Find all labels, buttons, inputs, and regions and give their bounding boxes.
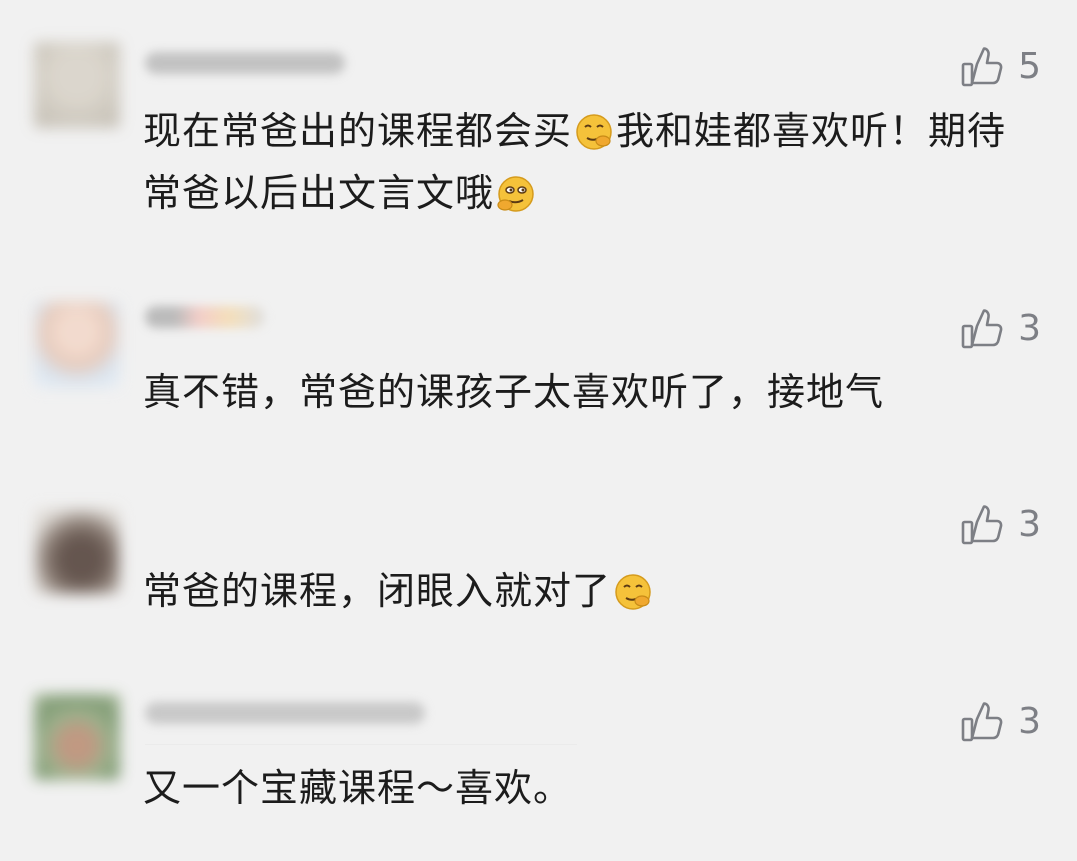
smirk-emoji-icon <box>573 110 615 152</box>
nickname-blurred[interactable] <box>145 702 425 724</box>
comment-text: 现在常爸出的课程都会买 我和娃都喜欢听！期待常爸以后出文言文哦 <box>143 100 1017 224</box>
like-count: 3 <box>1018 701 1041 742</box>
avatar[interactable] <box>34 694 120 780</box>
comment-item: 5 现在常爸出的课程都会买 我和娃都喜欢听！期待常爸以后出文言文哦 <box>0 0 1077 260</box>
avatar[interactable] <box>34 508 120 594</box>
comment-text: 真不错，常爸的课孩子太喜欢听了，接地气 <box>143 370 885 414</box>
smirk-emoji-icon <box>612 570 654 612</box>
comment-text-part: 常爸的课程，闭眼入就对了 <box>143 569 612 613</box>
thumbs-up-icon <box>960 307 1004 351</box>
comment-text-part: 现在常爸出的课程都会买 <box>143 109 573 153</box>
comment-text: 常爸的课程，闭眼入就对了 <box>143 560 1017 622</box>
comment-item: 3 常爸的课程，闭眼入就对了 <box>0 460 1077 670</box>
comment-item: 3 又一个宝藏课程～喜欢。 <box>0 670 1077 861</box>
avatar[interactable] <box>34 302 120 388</box>
avatar[interactable] <box>34 42 120 128</box>
comment-text: 又一个宝藏课程～喜欢。 <box>143 766 573 810</box>
like-count: 3 <box>1018 504 1041 545</box>
thumbs-up-icon <box>960 503 1004 547</box>
sly-smirk-emoji-icon <box>495 172 537 214</box>
like-count: 3 <box>1018 308 1041 349</box>
thumbs-up-icon <box>960 45 1004 89</box>
thumbs-up-icon <box>960 700 1004 744</box>
like-button[interactable]: 3 <box>960 700 1041 744</box>
divider <box>145 744 577 745</box>
like-button[interactable]: 3 <box>960 307 1041 351</box>
nickname-blurred[interactable] <box>145 306 265 328</box>
like-count: 5 <box>1018 46 1041 87</box>
like-button[interactable]: 3 <box>960 503 1041 547</box>
comment-item: 3 真不错，常爸的课孩子太喜欢听了，接地气 <box>0 260 1077 460</box>
nickname-blurred[interactable] <box>145 52 345 74</box>
like-button[interactable]: 5 <box>960 45 1041 89</box>
